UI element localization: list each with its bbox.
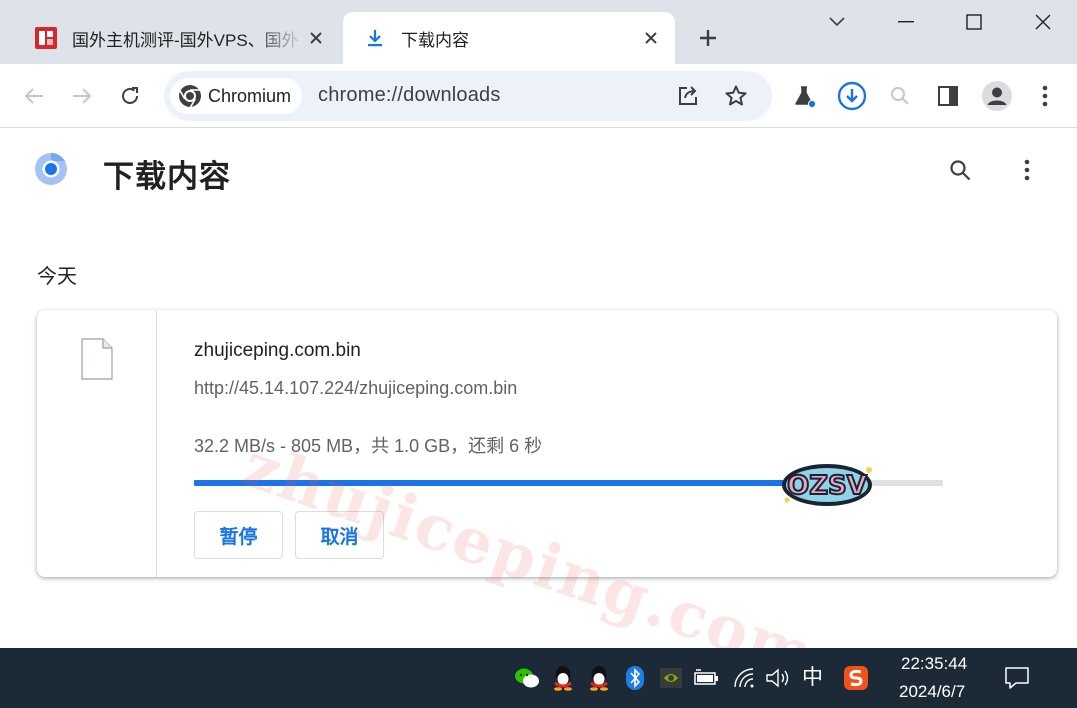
close-icon — [1035, 14, 1051, 30]
sogou-icon[interactable] — [842, 664, 870, 692]
forward-button[interactable] — [64, 78, 100, 114]
page-more-menu-button[interactable] — [1011, 154, 1043, 186]
clock-date[interactable]: 2024/6/7 — [899, 682, 965, 702]
share-icon — [679, 86, 697, 105]
downloads-button[interactable] — [834, 78, 870, 114]
qq-icon[interactable] — [549, 664, 577, 692]
tab-zhujiceping[interactable]: 国外主机测评-国外VPS、国外 — [10, 12, 340, 64]
url-text[interactable]: chrome://downloads — [318, 84, 501, 107]
zoom-button[interactable] — [882, 78, 918, 114]
bluetooth-icon[interactable] — [621, 664, 649, 692]
close-window-button[interactable] — [1027, 8, 1059, 36]
site-logo-icon — [34, 26, 58, 50]
new-tab-button[interactable] — [694, 24, 722, 52]
tab-search-button[interactable] — [821, 8, 853, 36]
labs-button[interactable] — [786, 78, 822, 114]
taskbar: 中 22:35:44 2024/6/7 — [0, 648, 1077, 708]
tab-strip: 国外主机测评-国外VPS、国外 下载内容 — [0, 0, 1077, 64]
wifi-icon[interactable] — [730, 664, 758, 692]
ime-indicator[interactable]: 中 — [802, 661, 823, 691]
side-panel-icon — [938, 86, 958, 106]
profile-button[interactable] — [979, 78, 1015, 114]
maximize-button[interactable] — [958, 8, 990, 36]
maximize-icon — [966, 14, 982, 30]
chromium-logo-icon — [35, 152, 67, 185]
page-title: 下载内容 — [103, 159, 231, 194]
minimize-icon — [898, 21, 914, 23]
minimize-button[interactable] — [890, 8, 922, 36]
download-icon — [363, 26, 387, 50]
battery-icon[interactable] — [692, 664, 720, 692]
back-icon — [24, 88, 43, 104]
tab-title: 国外主机测评-国外VPS、国外 — [72, 30, 299, 50]
file-name-link[interactable]: zhujiceping.com.bin — [194, 340, 361, 362]
more-menu-icon — [1024, 159, 1030, 181]
tab-search-chevron-icon — [829, 17, 845, 27]
chromium-icon — [179, 85, 201, 108]
bookmark-star-icon — [725, 85, 747, 106]
file-icon — [81, 338, 113, 380]
reload-button[interactable] — [112, 78, 148, 114]
search-downloads-button[interactable] — [944, 154, 976, 186]
notification-icon[interactable] — [1003, 664, 1031, 692]
site-info-chip[interactable]: Chromium — [170, 78, 302, 114]
zoom-icon — [891, 87, 909, 105]
bookmark-button[interactable] — [720, 80, 752, 112]
search-icon — [950, 160, 971, 181]
browser-toolbar: Chromium chrome://downloads — [0, 64, 1077, 128]
forward-icon — [73, 88, 92, 104]
sticker-text: OZSV — [787, 471, 867, 501]
labs-flask-icon — [795, 86, 816, 108]
tab-title: 下载内容 — [401, 30, 469, 50]
ozsv-sticker: OZSV — [782, 464, 872, 506]
side-panel-button[interactable] — [930, 78, 966, 114]
tab-downloads[interactable]: 下载内容 — [343, 12, 675, 64]
file-icon-column — [37, 310, 157, 577]
downloads-page: 下载内容 今天 zhujiceping.com.bin http://45.14… — [0, 128, 1077, 692]
downloads-icon — [837, 81, 867, 111]
wechat-icon[interactable] — [513, 664, 541, 692]
more-menu-button[interactable] — [1027, 78, 1063, 114]
qq-icon[interactable] — [585, 664, 613, 692]
close-tab-icon[interactable] — [639, 26, 663, 50]
date-header: 今天 — [37, 266, 77, 288]
profile-avatar-icon — [982, 81, 1012, 111]
nvidia-icon[interactable] — [657, 664, 685, 692]
more-menu-icon — [1042, 85, 1048, 107]
reload-icon — [122, 87, 138, 104]
close-tab-icon[interactable] — [304, 26, 328, 50]
file-source-url[interactable]: http://45.14.107.224/zhujiceping.com.bin — [194, 378, 517, 399]
share-button[interactable] — [672, 80, 704, 112]
plus-icon — [700, 30, 716, 46]
download-status-text: 32.2 MB/s - 805 MB，共 1.0 GB，还剩 6 秒 — [194, 436, 543, 456]
back-button[interactable] — [16, 78, 52, 114]
volume-icon[interactable] — [764, 664, 792, 692]
pause-button[interactable]: 暂停 — [194, 511, 283, 559]
clock-time[interactable]: 22:35:44 — [901, 654, 967, 674]
chip-label: Chromium — [208, 85, 292, 106]
omnibox[interactable]: Chromium chrome://downloads — [164, 71, 772, 121]
